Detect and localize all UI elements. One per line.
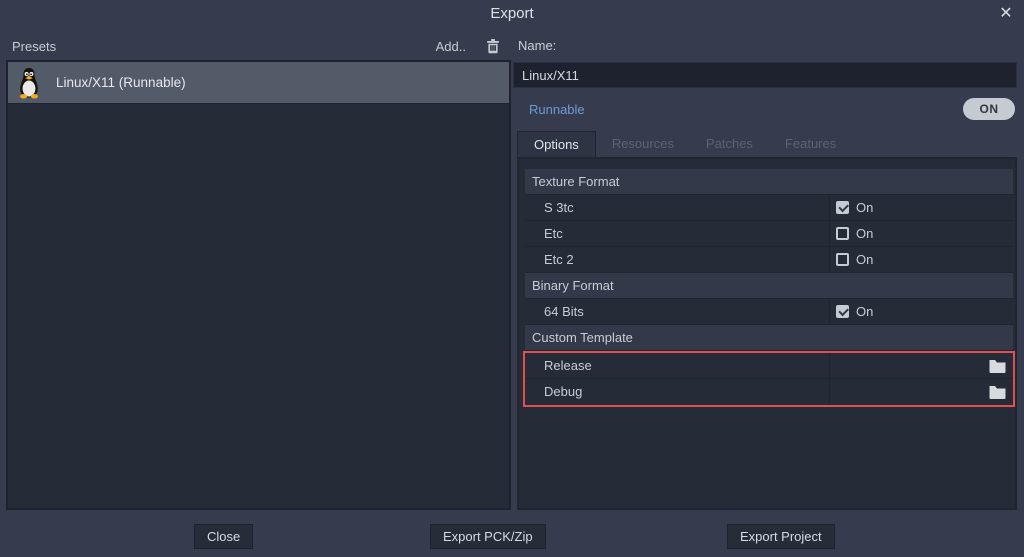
name-input[interactable]: Linux/X11 <box>513 62 1017 88</box>
custom-template-error-highlight: Release Debug <box>523 351 1015 407</box>
runnable-toggle-state: ON <box>980 102 999 116</box>
close-button[interactable]: Close <box>194 524 253 549</box>
option-label: Etc 2 <box>525 247 829 272</box>
option-label: 64 Bits <box>525 299 829 324</box>
page-title: Export <box>490 5 533 22</box>
presets-list: Linux/X11 (Runnable) <box>6 60 511 510</box>
runnable-label: Runnable <box>529 102 585 117</box>
option-row-release: Release <box>525 353 1013 379</box>
export-project-button[interactable]: Export Project <box>727 524 835 549</box>
preset-item-label: Linux/X11 (Runnable) <box>56 75 186 90</box>
release-template-field[interactable] <box>829 353 1013 378</box>
close-icon[interactable]: ✕ <box>994 2 1018 26</box>
delete-preset-icon[interactable] <box>484 37 502 55</box>
linux-tux-icon <box>16 67 42 99</box>
name-input-value: Linux/X11 <box>522 68 579 83</box>
64bits-checkbox[interactable] <box>836 305 849 318</box>
export-pck-zip-button[interactable]: Export PCK/Zip <box>430 524 546 549</box>
folder-icon[interactable] <box>989 385 1006 399</box>
options-tree: Texture Format S 3tc On Etc On Etc 2 On … <box>525 169 1013 407</box>
etc2-checkbox[interactable] <box>836 253 849 266</box>
title-bar: Export ✕ <box>0 0 1024 28</box>
section-header-texture-format: Texture Format <box>525 169 1013 195</box>
section-header-binary-format: Binary Format <box>525 273 1013 299</box>
runnable-toggle[interactable]: ON <box>963 98 1015 120</box>
option-row-s3tc: S 3tc On <box>525 195 1013 221</box>
tab-features[interactable]: Features <box>769 131 852 157</box>
add-preset-button[interactable]: Add.. <box>436 39 466 54</box>
folder-icon[interactable] <box>989 359 1006 373</box>
option-row-etc2: Etc 2 On <box>525 247 1013 273</box>
presets-label: Presets <box>12 39 56 54</box>
runnable-row: Runnable ON <box>513 96 1017 122</box>
export-tabs: Options Resources Patches Features <box>517 131 852 157</box>
tab-resources[interactable]: Resources <box>596 131 690 157</box>
checkbox-value-label: On <box>856 252 873 267</box>
option-label: Debug <box>525 379 829 405</box>
checkbox-value-label: On <box>856 200 873 215</box>
debug-template-field[interactable] <box>829 379 1013 405</box>
preset-item-linux-x11[interactable]: Linux/X11 (Runnable) <box>8 62 509 104</box>
options-panel: Texture Format S 3tc On Etc On Etc 2 On … <box>517 157 1017 510</box>
etc-checkbox[interactable] <box>836 227 849 240</box>
option-row-etc: Etc On <box>525 221 1013 247</box>
s3tc-checkbox[interactable] <box>836 201 849 214</box>
tab-options[interactable]: Options <box>517 131 596 157</box>
option-row-debug: Debug <box>525 379 1013 405</box>
trash-icon <box>485 38 501 54</box>
presets-header: Presets Add.. <box>12 36 506 56</box>
option-row-64bits: 64 Bits On <box>525 299 1013 325</box>
section-header-custom-template: Custom Template <box>525 325 1013 351</box>
option-label: Release <box>525 353 829 378</box>
checkbox-value-label: On <box>856 304 873 319</box>
option-label: Etc <box>525 221 829 246</box>
tab-patches[interactable]: Patches <box>690 131 769 157</box>
name-label: Name: <box>518 38 556 53</box>
option-label: S 3tc <box>525 195 829 220</box>
checkbox-value-label: On <box>856 226 873 241</box>
